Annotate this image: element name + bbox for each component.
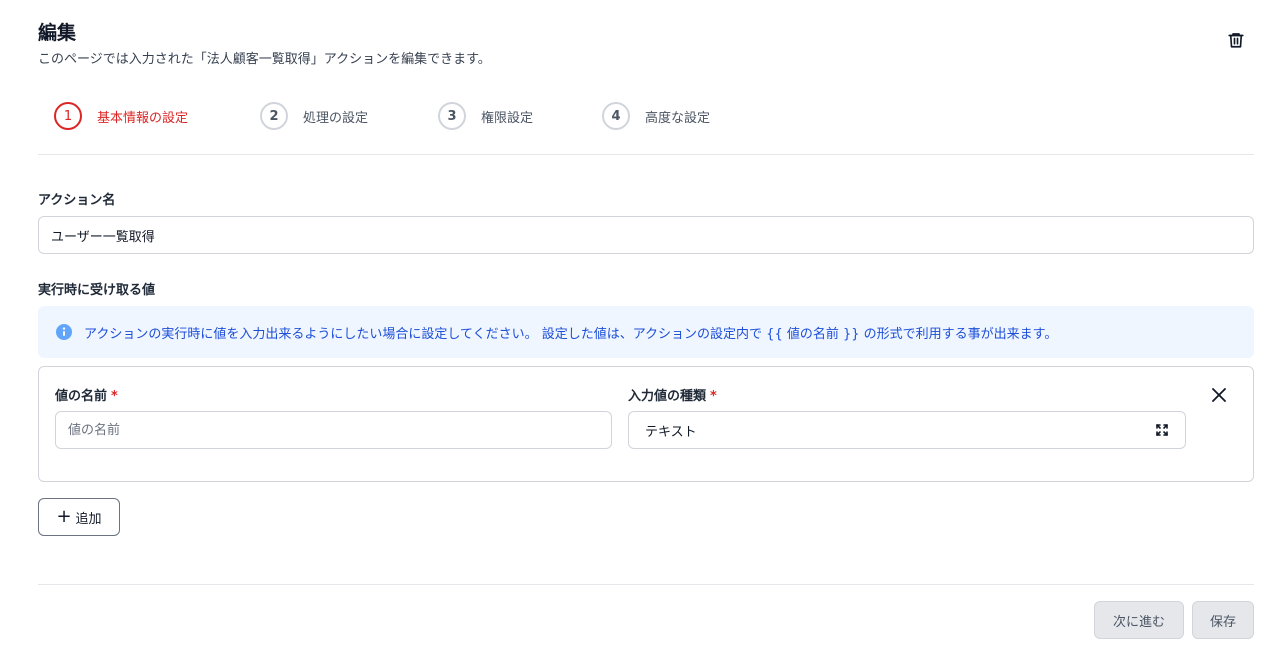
step-number: 2	[260, 102, 288, 130]
header-divider	[38, 154, 1254, 155]
value-type-selected: テキスト	[645, 424, 697, 440]
page-title: 編集	[38, 22, 77, 44]
step-label: 処理の設定	[303, 110, 369, 126]
info-icon	[56, 324, 72, 340]
value-type-select[interactable]: テキスト	[628, 411, 1186, 449]
stepper: 1 基本情報の設定 2 処理の設定 3 権限設定 4 高度な設定	[54, 102, 710, 130]
save-button[interactable]: 保存	[1192, 601, 1254, 639]
step-number: 1	[54, 102, 82, 130]
step-advanced[interactable]: 4 高度な設定	[602, 102, 710, 130]
step-number: 4	[602, 102, 630, 130]
close-icon	[1212, 388, 1226, 402]
required-mark: *	[111, 389, 118, 404]
value-name-input[interactable]	[55, 411, 612, 449]
trash-icon	[1228, 33, 1244, 48]
expand-icon	[1156, 424, 1168, 436]
action-name-input[interactable]	[38, 216, 1254, 254]
remove-parameter-button[interactable]	[1207, 383, 1231, 407]
action-name-label: アクション名	[38, 193, 116, 208]
footer-divider	[38, 584, 1254, 585]
step-label: 高度な設定	[645, 110, 711, 126]
step-basic-info[interactable]: 1 基本情報の設定	[54, 102, 260, 130]
value-name-label-text: 値の名前	[55, 389, 108, 404]
plus-icon: +	[56, 506, 72, 527]
value-type-label-text: 入力値の種類	[628, 389, 707, 404]
page-description: このページでは入力された「法人顧客一覧取得」アクションを編集できます。	[38, 52, 491, 67]
delete-button[interactable]	[1224, 28, 1248, 52]
info-alert: アクションの実行時に値を入力出来るようにしたい場合に設定してください。 設定した…	[38, 306, 1254, 358]
step-label: 権限設定	[481, 110, 534, 126]
add-button-label: 追加	[75, 511, 102, 527]
required-mark: *	[710, 389, 717, 404]
page-header: 編集 このページでは入力された「法人顧客一覧取得」アクションを編集できます。	[38, 20, 491, 69]
step-permissions[interactable]: 3 権限設定	[438, 102, 602, 130]
next-button[interactable]: 次に進む	[1094, 601, 1184, 639]
runtime-values-label: 実行時に受け取る値	[38, 283, 156, 298]
step-processing[interactable]: 2 処理の設定	[260, 102, 438, 130]
parameter-card: 値の名前* 入力値の種類* テキスト	[38, 366, 1254, 482]
add-parameter-button[interactable]: + 追加	[38, 498, 120, 536]
step-number: 3	[438, 102, 466, 130]
value-name-label: 値の名前 *	[55, 385, 118, 404]
step-label: 基本情報の設定	[97, 110, 189, 126]
value-type-label: 入力値の種類 *	[628, 385, 717, 404]
info-text: アクションの実行時に値を入力出来るようにしたい場合に設定してください。 設定した…	[84, 326, 1058, 342]
